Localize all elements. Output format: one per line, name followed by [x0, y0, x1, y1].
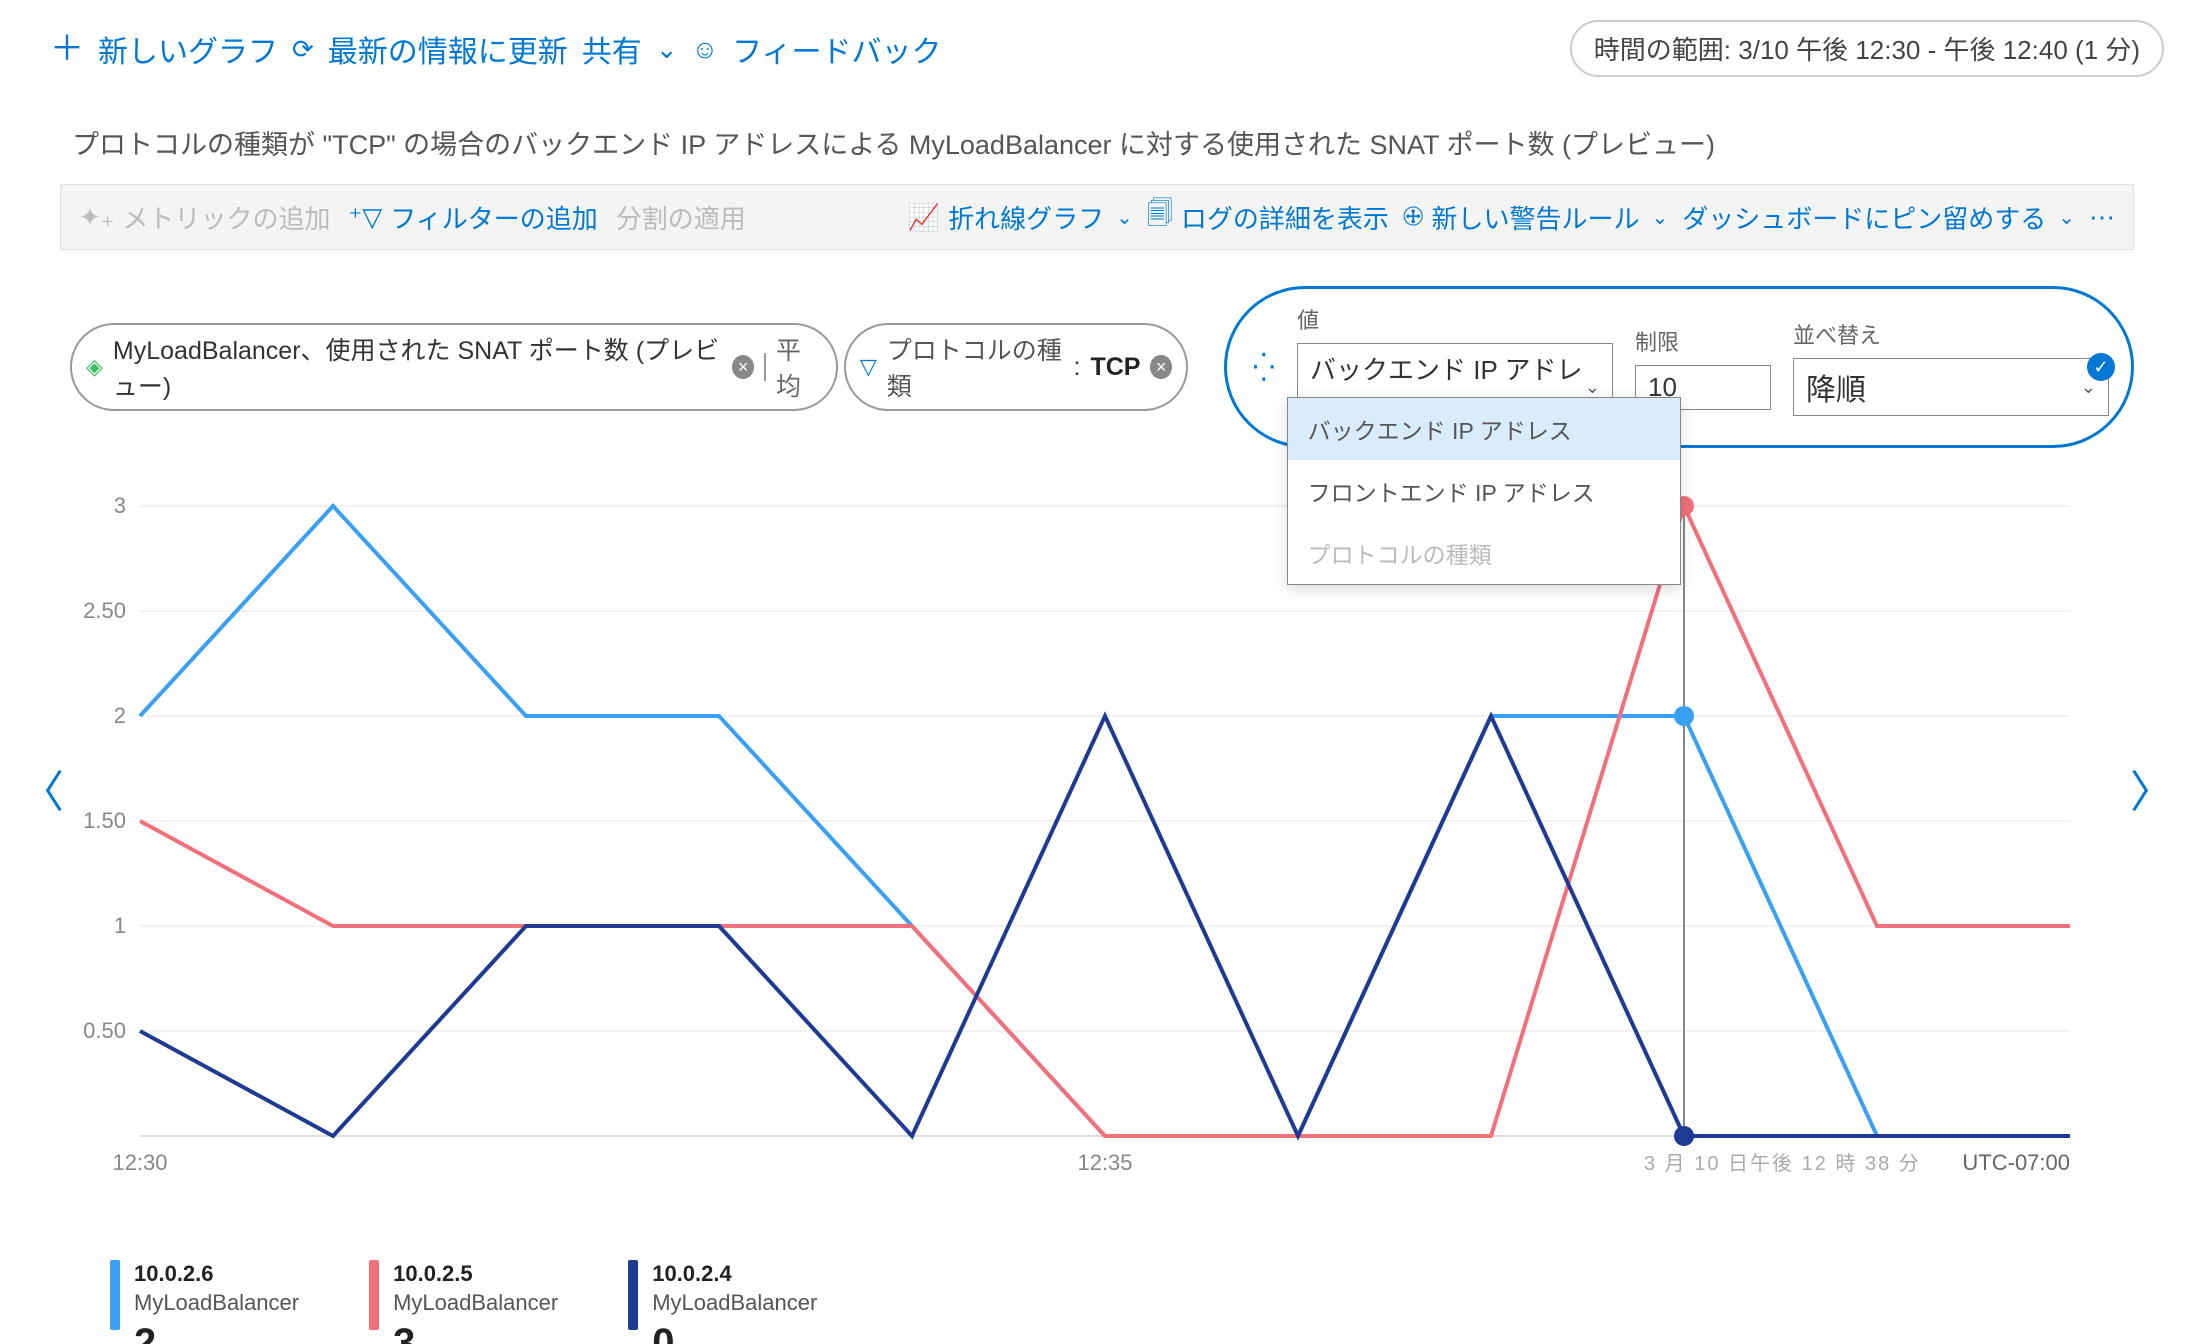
pin-dashboard-label: ダッシュボードにピン留めする	[1682, 199, 2046, 236]
legend-value: 0	[652, 1317, 817, 1344]
metric-toolbar-right: 📈 折れ線グラフ ⌄ 🗐 ログの詳細を表示 🕀 新しい警告ルール ⌄ ダッシュボ…	[908, 195, 2115, 239]
feedback-button[interactable]: フィードバック	[732, 27, 941, 71]
filter-value-label: TCP	[1090, 353, 1140, 382]
chart-type-dropdown[interactable]: 📈 折れ線グラフ ⌄	[908, 199, 1133, 236]
metric-toolbar-left: ✦₊ メトリックの追加 ⁺▽ フィルターの追加 分割の適用	[79, 199, 746, 236]
more-icon[interactable]: ⋯	[2089, 202, 2115, 233]
legend-swatch	[110, 1260, 120, 1330]
dropdown-option[interactable]: バックエンド IP アドレス	[1288, 398, 1680, 460]
alert-icon: 🕀	[1403, 201, 1424, 233]
top-action-bar: ＋ 新しいグラフ ⟳ 最新の情報に更新 共有 ⌄ ☺ フィードバック 時間の範囲…	[0, 0, 2194, 83]
svg-text:3: 3	[114, 496, 126, 518]
chevron-down-icon: ⌄	[2081, 377, 2096, 398]
chevron-down-icon: ⌄	[2054, 205, 2075, 230]
dropdown-option[interactable]: フロントエンド IP アドレス	[1288, 460, 1680, 522]
legend-value: 3	[393, 1317, 558, 1344]
legend-ip: 10.0.2.6	[134, 1260, 299, 1289]
legend-resource: MyLoadBalancer	[134, 1289, 299, 1318]
svg-text:12:35: 12:35	[1077, 1150, 1132, 1175]
pin-dashboard-button[interactable]: ダッシュボードにピン留めする ⌄	[1682, 199, 2075, 236]
line-chart-icon: 📈	[908, 202, 940, 233]
splitter-sort-select[interactable]: 降順 ⌄	[1793, 358, 2109, 416]
legend-ip: 10.0.2.4	[652, 1260, 817, 1289]
new-alert-rule-label: 新しい警告ルール	[1431, 199, 1639, 236]
funnel-plus-icon: ⁺▽	[349, 202, 383, 233]
close-icon[interactable]: ×	[732, 355, 754, 379]
chevron-down-icon: ⌄	[1112, 205, 1133, 230]
funnel-icon: ▽	[860, 354, 877, 380]
share-button[interactable]: 共有	[582, 27, 642, 71]
splitter-limit-header: 制限	[1635, 325, 1771, 357]
add-filter-label: フィルターの追加	[390, 199, 597, 236]
close-icon[interactable]: ×	[1150, 355, 1171, 379]
legend-resource: MyLoadBalancer	[652, 1289, 817, 1318]
drill-logs-button[interactable]: 🗐 ログの詳細を表示	[1147, 195, 1389, 239]
metric-pill-label: MyLoadBalancer、使用された SNAT ポート数 (プレビュー)	[113, 331, 722, 403]
chart-legend: 10.0.2.6MyLoadBalancer210.0.2.5MyLoadBal…	[0, 1236, 2194, 1344]
chart-area: 〈 〉 0.5011.5022.50312:3012:353 月 10 日午後 …	[60, 496, 2134, 1236]
smile-icon: ☺	[692, 36, 719, 62]
legend-swatch	[369, 1260, 379, 1330]
splitter-value-header: 値	[1297, 303, 1613, 335]
svg-text:1.50: 1.50	[83, 808, 126, 833]
pill-row: ◈ MyLoadBalancer、使用された SNAT ポート数 (プレビュー)…	[0, 250, 2194, 448]
svg-text:UTC-07:00: UTC-07:00	[1962, 1150, 2070, 1175]
time-range-pill[interactable]: 時間の範囲: 3/10 午後 12:30 - 午後 12:40 (1 分)	[1570, 20, 2164, 77]
svg-text:12:30: 12:30	[112, 1150, 167, 1175]
apply-split-button[interactable]: 分割の適用	[616, 199, 746, 236]
chart-type-label: 折れ線グラフ	[948, 199, 1104, 236]
top-action-bar-left: ＋ 新しいグラフ ⟳ 最新の情報に更新 共有 ⌄ ☺ フィードバック	[50, 27, 942, 71]
dropdown-option-disabled: プロトコルの種類	[1288, 522, 1680, 584]
filter-pill[interactable]: ▽ プロトコルの種類 : TCP ×	[844, 323, 1188, 411]
aggregation-label: 平均	[776, 331, 822, 403]
confirm-icon[interactable]: ✓	[2087, 353, 2115, 381]
metric-toolbar: ✦₊ メトリックの追加 ⁺▽ フィルターの追加 分割の適用 📈 折れ線グラフ ⌄…	[60, 184, 2134, 250]
svg-text:1: 1	[114, 913, 126, 938]
add-metric-button[interactable]: ✦₊ メトリックの追加	[79, 199, 331, 236]
pill-separator	[764, 353, 766, 381]
legend-swatch	[628, 1260, 638, 1330]
legend-ip: 10.0.2.5	[393, 1260, 558, 1289]
legend-value: 2	[134, 1317, 299, 1344]
svg-text:2: 2	[114, 703, 126, 728]
chart-nav-left-icon[interactable]: 〈	[20, 756, 64, 820]
legend-text: 10.0.2.6MyLoadBalancer2	[134, 1260, 299, 1344]
chevron-down-icon: ⌄	[1647, 205, 1668, 230]
scatter-icon: ⁛	[1253, 351, 1275, 384]
time-range-label: 時間の範囲:	[1594, 35, 1731, 65]
drill-logs-icon: 🗐	[1147, 195, 1173, 239]
splitter-sort-header: 並べ替え	[1793, 318, 2109, 350]
svg-text:0.50: 0.50	[83, 1018, 126, 1043]
chevron-down-icon: ⌄	[656, 36, 678, 62]
time-range-value: 3/10 午後 12:30 - 午後 12:40 (1 分)	[1738, 35, 2140, 65]
legend-text: 10.0.2.4MyLoadBalancer0	[652, 1260, 817, 1344]
load-balancer-icon: ◈	[86, 354, 103, 380]
new-alert-rule-button[interactable]: 🕀 新しい警告ルール ⌄	[1403, 199, 1668, 236]
splitter-value-dropdown: バックエンド IP アドレス フロントエンド IP アドレス プロトコルの種類	[1287, 397, 1681, 585]
svg-text:3 月 10 日午後 12 時 38 分: 3 月 10 日午後 12 時 38 分	[1644, 1152, 1921, 1175]
refresh-button[interactable]: 最新の情報に更新	[328, 27, 568, 71]
refresh-icon: ⟳	[292, 36, 314, 62]
splitter-config: ⁛ 値 バックエンド IP アドレス ⌄ 制限 並べ替え 降順 ⌄ ✓ バックエ…	[1224, 286, 2134, 448]
chevron-down-icon: ⌄	[1585, 377, 1600, 398]
metric-pill[interactable]: ◈ MyLoadBalancer、使用された SNAT ポート数 (プレビュー)…	[70, 323, 838, 411]
drill-logs-label: ログの詳細を表示	[1181, 199, 1389, 236]
sparkle-icon: ✦₊	[79, 202, 115, 233]
legend-resource: MyLoadBalancer	[393, 1289, 558, 1318]
new-graph-button[interactable]: 新しいグラフ	[98, 27, 278, 71]
plus-icon: ＋	[50, 32, 84, 66]
add-metric-label: メトリックの追加	[123, 199, 331, 236]
chart-svg[interactable]: 0.50 1 1.50 2 2.50 3 12:30 12:35 3 月 10 日午後 12 時…	[60, 496, 2100, 1236]
legend-item[interactable]: 10.0.2.5MyLoadBalancer3	[369, 1260, 558, 1344]
legend-item[interactable]: 10.0.2.6MyLoadBalancer2	[110, 1260, 299, 1344]
chart-nav-right-icon[interactable]: 〉	[2130, 756, 2174, 820]
svg-text:2.50: 2.50	[83, 598, 126, 623]
chart-title: プロトコルの種類が "TCP" の場合のバックエンド IP アドレスによる My…	[0, 83, 2194, 162]
legend-text: 10.0.2.5MyLoadBalancer3	[393, 1260, 558, 1344]
legend-item[interactable]: 10.0.2.4MyLoadBalancer0	[628, 1260, 817, 1344]
add-filter-button[interactable]: ⁺▽ フィルターの追加	[349, 199, 598, 236]
splitter-sort-column: 並べ替え 降順 ⌄	[1793, 318, 2109, 416]
splitter-sort-selected: 降順	[1806, 365, 1866, 409]
filter-dimension-label: プロトコルの種類	[887, 331, 1064, 403]
